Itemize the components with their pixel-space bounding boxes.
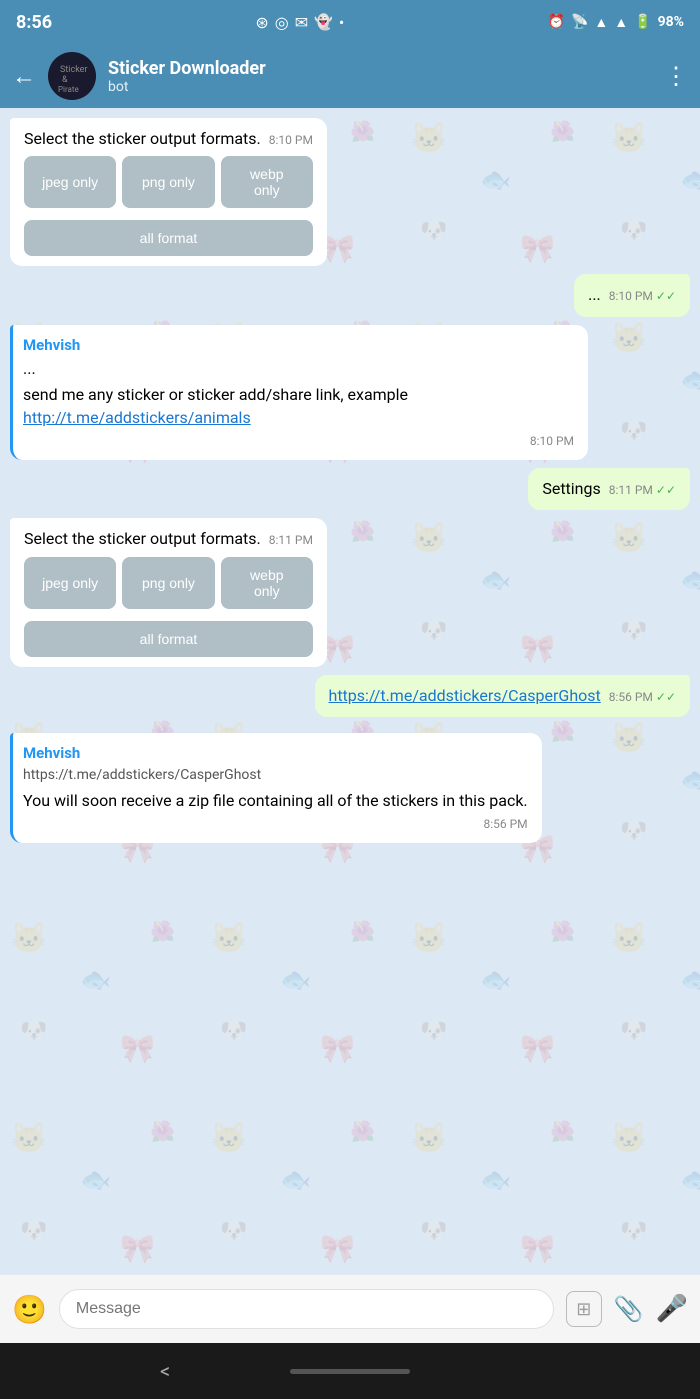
- header-menu-button[interactable]: ⋮: [664, 62, 688, 90]
- sticker-link-3[interactable]: http://t.me/addstickers/animals: [23, 408, 251, 427]
- status-right-icons: ⏰ 📡 ▲ ▲ 🔋 98%: [548, 14, 684, 31]
- svg-text:Pirate: Pirate: [58, 85, 79, 94]
- message-bubble-2: ... 8:10 PM ✓✓: [574, 274, 690, 316]
- header-title: Sticker Downloader: [108, 58, 652, 79]
- dot-icon: •: [339, 13, 344, 32]
- webp-only-button-1[interactable]: webp only: [221, 156, 313, 208]
- message-bubble-7: Mehvish https://t.me/addstickers/CasperG…: [10, 733, 542, 843]
- check-icon-6: ✓✓: [656, 690, 676, 704]
- message-bubble-5: Select the sticker output formats. 8:11 …: [10, 518, 327, 666]
- home-indicator[interactable]: [290, 1369, 410, 1374]
- jpeg-only-button-1[interactable]: jpeg only: [24, 156, 116, 208]
- sender-name-7: Mehvish: [23, 743, 528, 764]
- message-bubble-4: Settings 8:11 PM ✓✓: [528, 468, 690, 510]
- avatar[interactable]: Sticker & Pirate: [48, 52, 96, 100]
- check-icon-2: ✓✓: [656, 289, 676, 303]
- message-row-6: https://t.me/addstickers/CasperGhost 8:5…: [10, 675, 690, 717]
- status-time: 8:56: [16, 12, 52, 33]
- message-text-3a: ...: [23, 358, 574, 380]
- message-input[interactable]: [59, 1289, 554, 1329]
- message-text-1: Select the sticker output formats.: [24, 129, 261, 148]
- jpeg-only-button-2[interactable]: jpeg only: [24, 557, 116, 609]
- status-bar: 8:56 ⊛ ◎ ✉ 👻 • ⏰ 📡 ▲ ▲ 🔋 98%: [0, 0, 700, 44]
- ghost-icon: 👻: [314, 13, 333, 31]
- message-text-3b: send me any sticker or sticker add/share…: [23, 384, 574, 429]
- png-only-button-1[interactable]: png only: [122, 156, 214, 208]
- battery-percent: 98%: [658, 14, 684, 30]
- header-subtitle: bot: [108, 79, 652, 95]
- png-only-button-2[interactable]: png only: [122, 557, 214, 609]
- header-info: Sticker Downloader bot: [108, 58, 652, 95]
- message-time-5: 8:11 PM: [269, 532, 313, 549]
- all-format-button-1[interactable]: all format: [24, 220, 313, 256]
- battery-icon: 🔋: [634, 14, 651, 30]
- nav-bar: <: [0, 1343, 700, 1399]
- webp-only-button-2[interactable]: webp only: [221, 557, 313, 609]
- message-text-4: Settings: [542, 479, 600, 498]
- message-row-1: Select the sticker output formats. 8:10 …: [10, 118, 690, 266]
- input-bar: 🙂 ⊞ 📎 🎤: [0, 1275, 700, 1343]
- cast-icon: 📡: [571, 14, 588, 30]
- message-time-4: 8:11 PM ✓✓: [609, 482, 676, 499]
- nav-back-button[interactable]: <: [160, 1359, 170, 1383]
- message-text-7: You will soon receive a zip file contain…: [23, 790, 528, 812]
- wifi-icon: ▲: [594, 14, 608, 31]
- format-buttons-row-2: jpeg only png only webp only: [24, 557, 313, 609]
- message-bubble-1: Select the sticker output formats. 8:10 …: [10, 118, 327, 266]
- check-icon-4: ✓✓: [656, 483, 676, 497]
- all-format-row-1: all format: [24, 214, 313, 256]
- message-row-7: Mehvish https://t.me/addstickers/CasperG…: [10, 733, 690, 843]
- message-time-1: 8:10 PM: [269, 132, 313, 149]
- sticker-grid-button[interactable]: ⊞: [566, 1291, 602, 1327]
- chat-header: ← Sticker & Pirate Sticker Downloader bo…: [0, 44, 700, 108]
- message-bubble-3: Mehvish ... send me any sticker or stick…: [10, 325, 588, 460]
- svg-text:Sticker: Sticker: [60, 65, 87, 75]
- message-row-2: ... 8:10 PM ✓✓: [10, 274, 690, 316]
- format-buttons-row-1: jpeg only png only webp only: [24, 156, 313, 208]
- all-format-row-2: all format: [24, 615, 313, 657]
- grid-icon: ⊞: [576, 1299, 591, 1320]
- signal-icon: ▲: [614, 14, 628, 31]
- emoji-button[interactable]: 🙂: [12, 1293, 47, 1326]
- svg-text:&: &: [62, 75, 68, 85]
- message-bubble-6: https://t.me/addstickers/CasperGhost 8:5…: [315, 675, 691, 717]
- message-pretext-7: https://t.me/addstickers/CasperGhost: [23, 766, 528, 786]
- status-icons: ⊛ ◎ ✉ 👻 •: [255, 13, 344, 32]
- message-row-5: Select the sticker output formats. 8:11 …: [10, 518, 690, 666]
- message-text-5: Select the sticker output formats.: [24, 529, 261, 548]
- message-time-2: 8:10 PM ✓✓: [609, 288, 676, 305]
- whatsapp-icon: ⊛: [255, 13, 268, 32]
- attach-button[interactable]: 📎: [614, 1295, 644, 1323]
- message-time-6: 8:56 PM ✓✓: [609, 689, 676, 706]
- avatar-image: Sticker & Pirate: [48, 52, 96, 100]
- message-time-3: 8:10 PM: [530, 433, 574, 450]
- message-row-3: Mehvish ... send me any sticker or stick…: [10, 325, 690, 460]
- alarm-icon: ⏰: [548, 14, 565, 30]
- email-icon: ✉: [295, 13, 308, 32]
- mic-button[interactable]: 🎤: [656, 1294, 688, 1324]
- instagram-icon: ◎: [275, 13, 289, 32]
- message-text-2: ...: [588, 285, 601, 304]
- message-row-4: Settings 8:11 PM ✓✓: [10, 468, 690, 510]
- casper-ghost-link[interactable]: https://t.me/addstickers/CasperGhost: [329, 686, 601, 705]
- message-time-7: 8:56 PM: [483, 816, 527, 833]
- chat-area: Select the sticker output formats. 8:10 …: [0, 108, 700, 1275]
- all-format-button-2[interactable]: all format: [24, 621, 313, 657]
- sender-name-3: Mehvish: [23, 335, 574, 356]
- back-button[interactable]: ←: [12, 62, 36, 91]
